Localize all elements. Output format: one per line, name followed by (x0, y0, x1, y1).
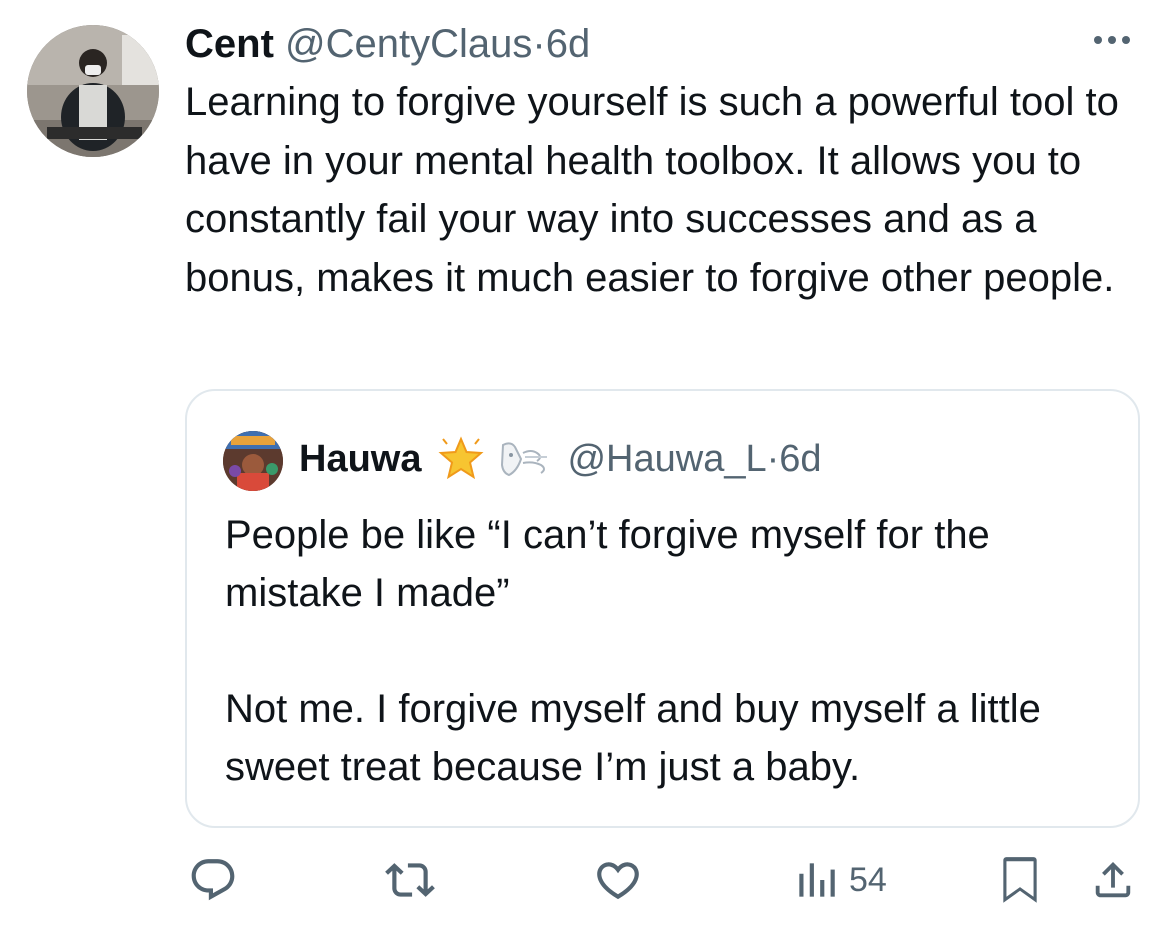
views-count: 54 (849, 861, 887, 899)
more-options-icon[interactable] (1094, 36, 1130, 44)
action-bar: 54 (0, 855, 1170, 915)
author-handle[interactable]: @CentyClaus (285, 22, 532, 66)
wind-face-icon (499, 437, 553, 481)
quoted-author-handle[interactable]: @Hauwa_L (567, 433, 766, 485)
author-avatar[interactable] (27, 25, 159, 157)
quoted-paragraph-2: Not me. I forgive myself and buy myself … (225, 687, 1041, 789)
quoted-separator: · (766, 438, 780, 480)
glowing-star-icon (437, 435, 485, 483)
views-button[interactable]: 54 (795, 855, 887, 905)
quoted-time[interactable]: 6d (779, 433, 821, 485)
quoted-header: Hauwa @Hauwa_L · 6d (299, 433, 822, 485)
like-icon[interactable] (593, 855, 643, 905)
quoted-tweet[interactable]: Hauwa @Hauwa_L · 6d People be like “I ca… (185, 389, 1140, 828)
quoted-paragraph-1: People be like “I can’t forgive myself f… (225, 513, 990, 615)
retweet-icon[interactable] (385, 855, 435, 905)
reply-icon[interactable] (188, 855, 238, 905)
tweet-header: Cent @CentyClaus·6d (185, 18, 590, 70)
tweet-time[interactable]: 6d (546, 22, 591, 66)
bookmark-icon[interactable] (997, 855, 1043, 905)
quoted-author-name[interactable]: Hauwa (299, 433, 421, 485)
tweet-text: Learning to forgive yourself is such a p… (185, 80, 1119, 300)
share-icon[interactable] (1090, 855, 1136, 905)
quoted-text: People be like “I can’t forgive myself f… (225, 506, 1125, 796)
quoted-author-avatar[interactable] (223, 431, 283, 491)
header-separator: · (532, 22, 546, 66)
views-icon (795, 855, 837, 905)
author-name[interactable]: Cent (185, 22, 274, 66)
